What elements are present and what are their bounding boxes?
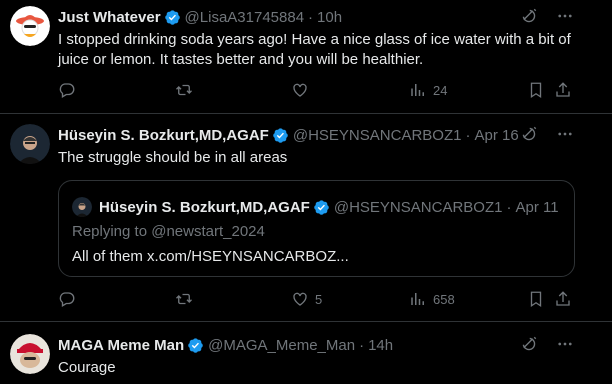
display-name[interactable]: Hüseyin S. Bozkurt,MD,AGAF bbox=[58, 127, 269, 144]
avatar-image bbox=[72, 197, 92, 217]
bookmark-icon bbox=[527, 290, 545, 308]
verified-icon bbox=[272, 127, 289, 144]
share-button[interactable] bbox=[554, 80, 572, 100]
reply-button[interactable] bbox=[58, 289, 76, 309]
views-button[interactable]: 658 bbox=[409, 289, 455, 309]
views-button[interactable]: 24 bbox=[409, 80, 447, 100]
grok-icon[interactable] bbox=[520, 125, 538, 143]
handle[interactable]: @HSEYNSANCARBOZ1 bbox=[293, 127, 462, 144]
timestamp[interactable]: 14h bbox=[368, 337, 393, 354]
like-icon bbox=[291, 81, 309, 99]
separator: · bbox=[359, 336, 365, 354]
like-count: 5 bbox=[315, 291, 323, 307]
more-icon[interactable] bbox=[556, 7, 574, 25]
separator: · bbox=[506, 198, 512, 216]
views-icon bbox=[409, 290, 427, 308]
like-icon bbox=[291, 290, 309, 308]
quoted-tweet[interactable]: Hüseyin S. Bozkurt,MD,AGAF @HSEYNSANCARB… bbox=[58, 180, 575, 277]
handle[interactable]: @MAGA_Meme_Man bbox=[208, 337, 355, 354]
avatar-image bbox=[10, 124, 50, 164]
verified-icon bbox=[164, 9, 181, 26]
separator: · bbox=[308, 8, 314, 26]
replying-to[interactable]: Replying to @newstart_2024 bbox=[72, 223, 265, 240]
views-count: 658 bbox=[433, 291, 455, 307]
more-icon[interactable] bbox=[556, 125, 574, 143]
timestamp[interactable]: Apr 11 bbox=[515, 199, 558, 216]
handle[interactable]: @LisaA31745884 bbox=[185, 9, 305, 26]
verified-icon bbox=[313, 199, 330, 216]
reply-icon bbox=[58, 81, 76, 99]
tweet[interactable]: MAGA Meme Man @MAGA_Meme_Man · 14h Coura… bbox=[0, 322, 612, 384]
retweet-icon bbox=[175, 81, 193, 99]
tweet[interactable]: Hüseyin S. Bozkurt,MD,AGAF @HSEYNSANCARB… bbox=[0, 114, 612, 322]
verified-icon bbox=[187, 337, 204, 354]
bookmark-icon bbox=[527, 81, 545, 99]
grok-icon[interactable] bbox=[520, 335, 538, 353]
retweet-icon bbox=[175, 290, 193, 308]
reply-icon bbox=[58, 290, 76, 308]
tweet-text: Courage bbox=[58, 359, 116, 376]
display-name[interactable]: Just Whatever bbox=[58, 9, 161, 26]
avatar-image bbox=[10, 334, 50, 374]
views-count: 24 bbox=[433, 82, 448, 98]
share-icon bbox=[554, 81, 572, 99]
avatar[interactable] bbox=[10, 6, 50, 46]
reply-button[interactable] bbox=[58, 80, 76, 100]
display-name[interactable]: MAGA Meme Man bbox=[58, 337, 184, 354]
bookmark-button[interactable] bbox=[527, 289, 545, 309]
avatar-image bbox=[10, 6, 50, 46]
separator: · bbox=[465, 126, 471, 144]
share-button[interactable] bbox=[554, 289, 572, 309]
retweet-button[interactable] bbox=[175, 80, 193, 100]
retweet-button[interactable] bbox=[175, 289, 193, 309]
more-icon[interactable] bbox=[556, 335, 574, 353]
avatar[interactable] bbox=[10, 334, 50, 374]
views-icon bbox=[409, 81, 427, 99]
avatar[interactable] bbox=[72, 197, 92, 217]
timestamp[interactable]: Apr 16 bbox=[474, 127, 518, 144]
grok-icon[interactable] bbox=[520, 7, 538, 25]
tweet-text: I stopped drinking soda years ago! Have … bbox=[58, 31, 571, 68]
quoted-tweet-text[interactable]: All of them x.com/HSEYNSANCARBOZ... bbox=[72, 248, 349, 265]
bookmark-button[interactable] bbox=[527, 80, 545, 100]
like-button[interactable]: 5 bbox=[291, 289, 322, 309]
like-button[interactable] bbox=[291, 80, 309, 100]
avatar[interactable] bbox=[10, 124, 50, 164]
tweet[interactable]: Just Whatever @LisaA31745884 · 10h I sto… bbox=[0, 0, 612, 114]
handle[interactable]: @HSEYNSANCARBOZ1 bbox=[334, 199, 503, 216]
share-icon bbox=[554, 290, 572, 308]
display-name[interactable]: Hüseyin S. Bozkurt,MD,AGAF bbox=[99, 199, 310, 216]
tweet-text: The struggle should be in all areas bbox=[58, 149, 288, 166]
timestamp[interactable]: 10h bbox=[317, 9, 342, 26]
